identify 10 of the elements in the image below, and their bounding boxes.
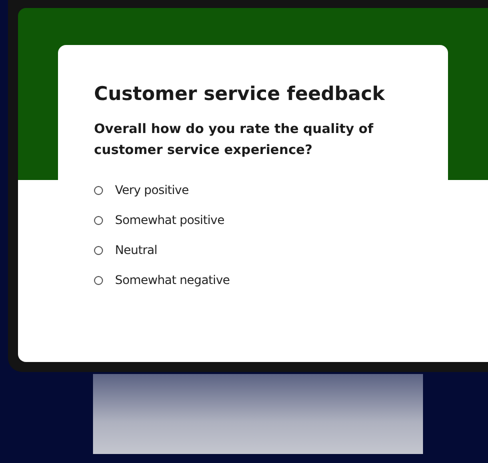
option-label: Very positive: [115, 183, 189, 197]
radio-button[interactable]: [94, 186, 103, 194]
option-label: Somewhat positive: [115, 213, 224, 227]
option-label: Neutral: [115, 243, 158, 257]
radio-button[interactable]: [94, 216, 103, 224]
radio-button[interactable]: [94, 276, 103, 284]
option-label: Somewhat negative: [115, 273, 230, 287]
radio-button[interactable]: [94, 246, 103, 254]
survey-question: Overall how do you rate the quality of customer service experience?: [94, 121, 374, 160]
survey-title: Customer service feedback: [94, 83, 386, 105]
